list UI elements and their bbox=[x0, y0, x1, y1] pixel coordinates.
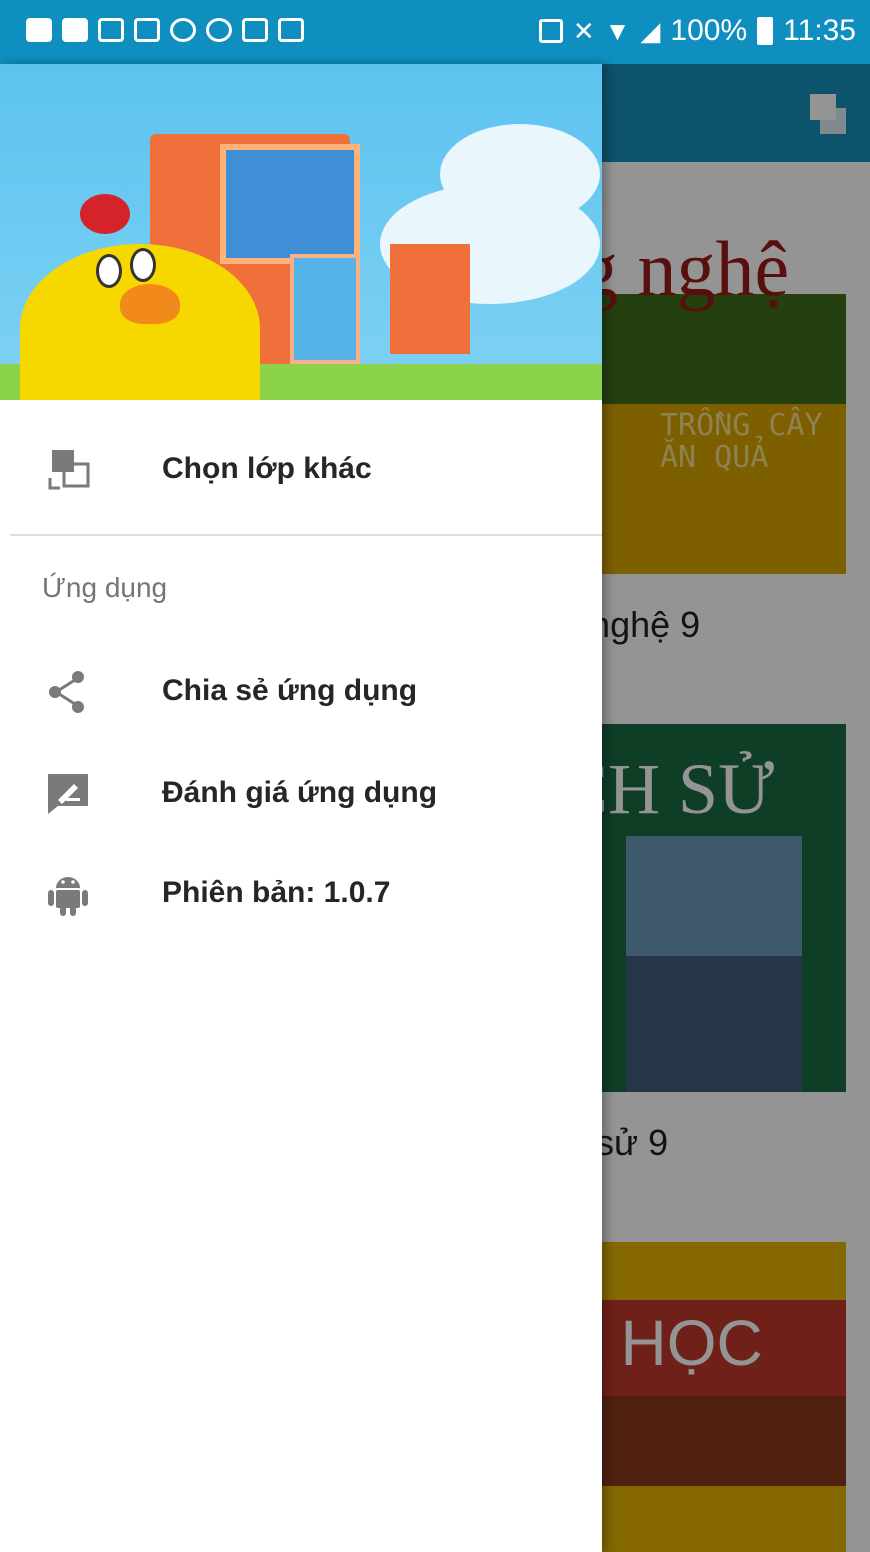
notification-icons bbox=[26, 18, 304, 42]
drawer-item-version: Phiên bản: 1.0.7 bbox=[0, 848, 602, 938]
drawer-item-change-class[interactable]: Chọn lớp khác bbox=[0, 424, 602, 514]
drawer-item-label: Chia sẻ ứng dụng bbox=[162, 674, 418, 707]
share-icon bbox=[49, 671, 84, 713]
flag-icon bbox=[278, 18, 304, 42]
divider bbox=[10, 534, 602, 536]
drawer-item-rate-app[interactable]: Đánh giá ứng dụng bbox=[0, 748, 602, 838]
drawer-item-label: Đánh giá ứng dụng bbox=[162, 776, 438, 809]
rate-review-icon bbox=[48, 774, 88, 814]
mute-icon: ✕ bbox=[572, 15, 595, 46]
section-header-app: Ứng dụng bbox=[42, 572, 168, 603]
image-icon bbox=[98, 18, 124, 42]
battery-icon bbox=[757, 17, 774, 45]
signal-icon: ◢ bbox=[640, 15, 661, 46]
drawer-item-label: Chọn lớp khác bbox=[162, 452, 372, 485]
shield-icon bbox=[170, 18, 196, 42]
switch-class-icon bbox=[48, 450, 90, 490]
mail-icon bbox=[134, 18, 160, 42]
navigation-drawer: Chọn lớp khác Ứng dụng Chia sẻ ứng dụng … bbox=[0, 64, 602, 1552]
app-notification-icon bbox=[26, 18, 52, 42]
drawer-header-image bbox=[0, 64, 602, 400]
android-icon bbox=[48, 877, 88, 916]
nfc-icon bbox=[538, 19, 563, 43]
screenshot-icon bbox=[242, 18, 268, 42]
wifi-icon: ▼ bbox=[604, 15, 631, 46]
message-icon bbox=[62, 18, 88, 42]
clock: 11:35 bbox=[783, 14, 856, 47]
system-icons: ✕ ▼ ◢ 100% 11:35 bbox=[538, 14, 856, 48]
battery-percentage: 100% bbox=[670, 14, 748, 47]
vpn-icon bbox=[206, 18, 232, 42]
drawer-item-label: Phiên bản: 1.0.7 bbox=[162, 876, 391, 909]
status-bar: ✕ ▼ ◢ 100% 11:35 bbox=[0, 0, 870, 64]
drawer-item-share-app[interactable]: Chia sẻ ứng dụng bbox=[0, 646, 602, 736]
